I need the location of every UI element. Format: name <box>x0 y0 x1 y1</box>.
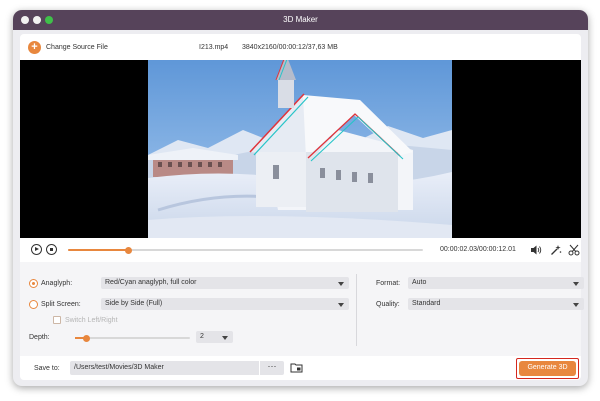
format-label: Format: <box>376 280 401 287</box>
playback-timeline[interactable] <box>68 246 423 254</box>
format-select[interactable]: Auto <box>408 277 584 289</box>
anaglyph-radio[interactable] <box>29 279 38 288</box>
chevron-down-icon <box>573 302 579 307</box>
generate-3d-button[interactable]: Generate 3D <box>519 361 576 376</box>
playback-progress-fill <box>68 249 129 251</box>
video-preview-frame <box>148 60 452 238</box>
chevron-down-icon <box>222 335 228 340</box>
depth-slider[interactable] <box>75 334 190 342</box>
app-window: 3D Maker + Change Source File I213.mp4 3… <box>13 10 588 386</box>
effects-wand-icon[interactable] <box>550 244 562 256</box>
playback-scrubber-handle[interactable] <box>124 246 132 254</box>
settings-panel: Anaglyph: Red/Cyan anaglyph, full color … <box>20 262 584 356</box>
save-path-field[interactable]: /Users/test/Movies/3D Maker <box>70 361 259 375</box>
depth-select-value: 2 <box>200 333 204 340</box>
playback-time: 00:00:02.03/00:00:12.01 <box>440 246 516 253</box>
stop-icon[interactable] <box>46 244 57 255</box>
video-preview-area <box>20 60 581 238</box>
split-screen-label: Split Screen: <box>41 301 81 308</box>
quality-select[interactable]: Standard <box>408 298 584 310</box>
switch-left-right-label: Switch Left/Right <box>65 317 118 324</box>
generate-3d-highlight: Generate 3D <box>516 358 579 379</box>
file-name: I213.mp4 <box>199 44 229 51</box>
split-screen-select[interactable]: Side by Side (Full) <box>101 298 349 310</box>
anaglyph-label: Anaglyph: <box>41 280 73 287</box>
switch-left-right-checkbox[interactable] <box>53 316 61 324</box>
playback-controls: 00:00:02.03/00:00:12.01 <box>20 238 581 262</box>
save-to-label: Save to: <box>34 365 60 372</box>
anaglyph-select-value: Red/Cyan anaglyph, full color <box>105 279 197 286</box>
scissors-icon[interactable] <box>568 244 580 256</box>
file-info: 3840x2160/00:00:12/37,63 MB <box>242 44 338 51</box>
settings-divider <box>356 274 357 346</box>
title-bar: 3D Maker <box>13 10 588 30</box>
depth-label: Depth: <box>29 334 50 341</box>
chevron-down-icon <box>338 281 344 286</box>
chevron-down-icon <box>338 302 344 307</box>
depth-slider-handle[interactable] <box>83 334 90 342</box>
depth-select[interactable]: 2 <box>196 331 233 343</box>
save-bar: Save to: /Users/test/Movies/3D Maker ···… <box>20 356 581 380</box>
split-screen-select-value: Side by Side (Full) <box>105 300 163 307</box>
format-select-value: Auto <box>412 279 427 286</box>
quality-select-value: Standard <box>412 300 441 307</box>
browse-button[interactable]: ··· <box>260 361 284 375</box>
volume-icon[interactable] <box>530 245 542 255</box>
play-icon[interactable] <box>31 244 42 255</box>
quality-label: Quality: <box>376 301 400 308</box>
change-source-button[interactable]: + Change Source File <box>28 40 108 54</box>
window-title: 3D Maker <box>283 15 318 24</box>
chevron-down-icon <box>573 281 579 286</box>
plus-icon: + <box>28 40 41 54</box>
change-source-label: Change Source File <box>46 43 108 51</box>
anaglyph-select[interactable]: Red/Cyan anaglyph, full color <box>101 277 349 289</box>
snow-chapel-preview-image <box>148 60 452 238</box>
source-bar: + Change Source File I213.mp4 3840x2160/… <box>20 34 581 60</box>
split-screen-radio[interactable] <box>29 300 38 309</box>
open-folder-icon[interactable] <box>290 362 303 373</box>
